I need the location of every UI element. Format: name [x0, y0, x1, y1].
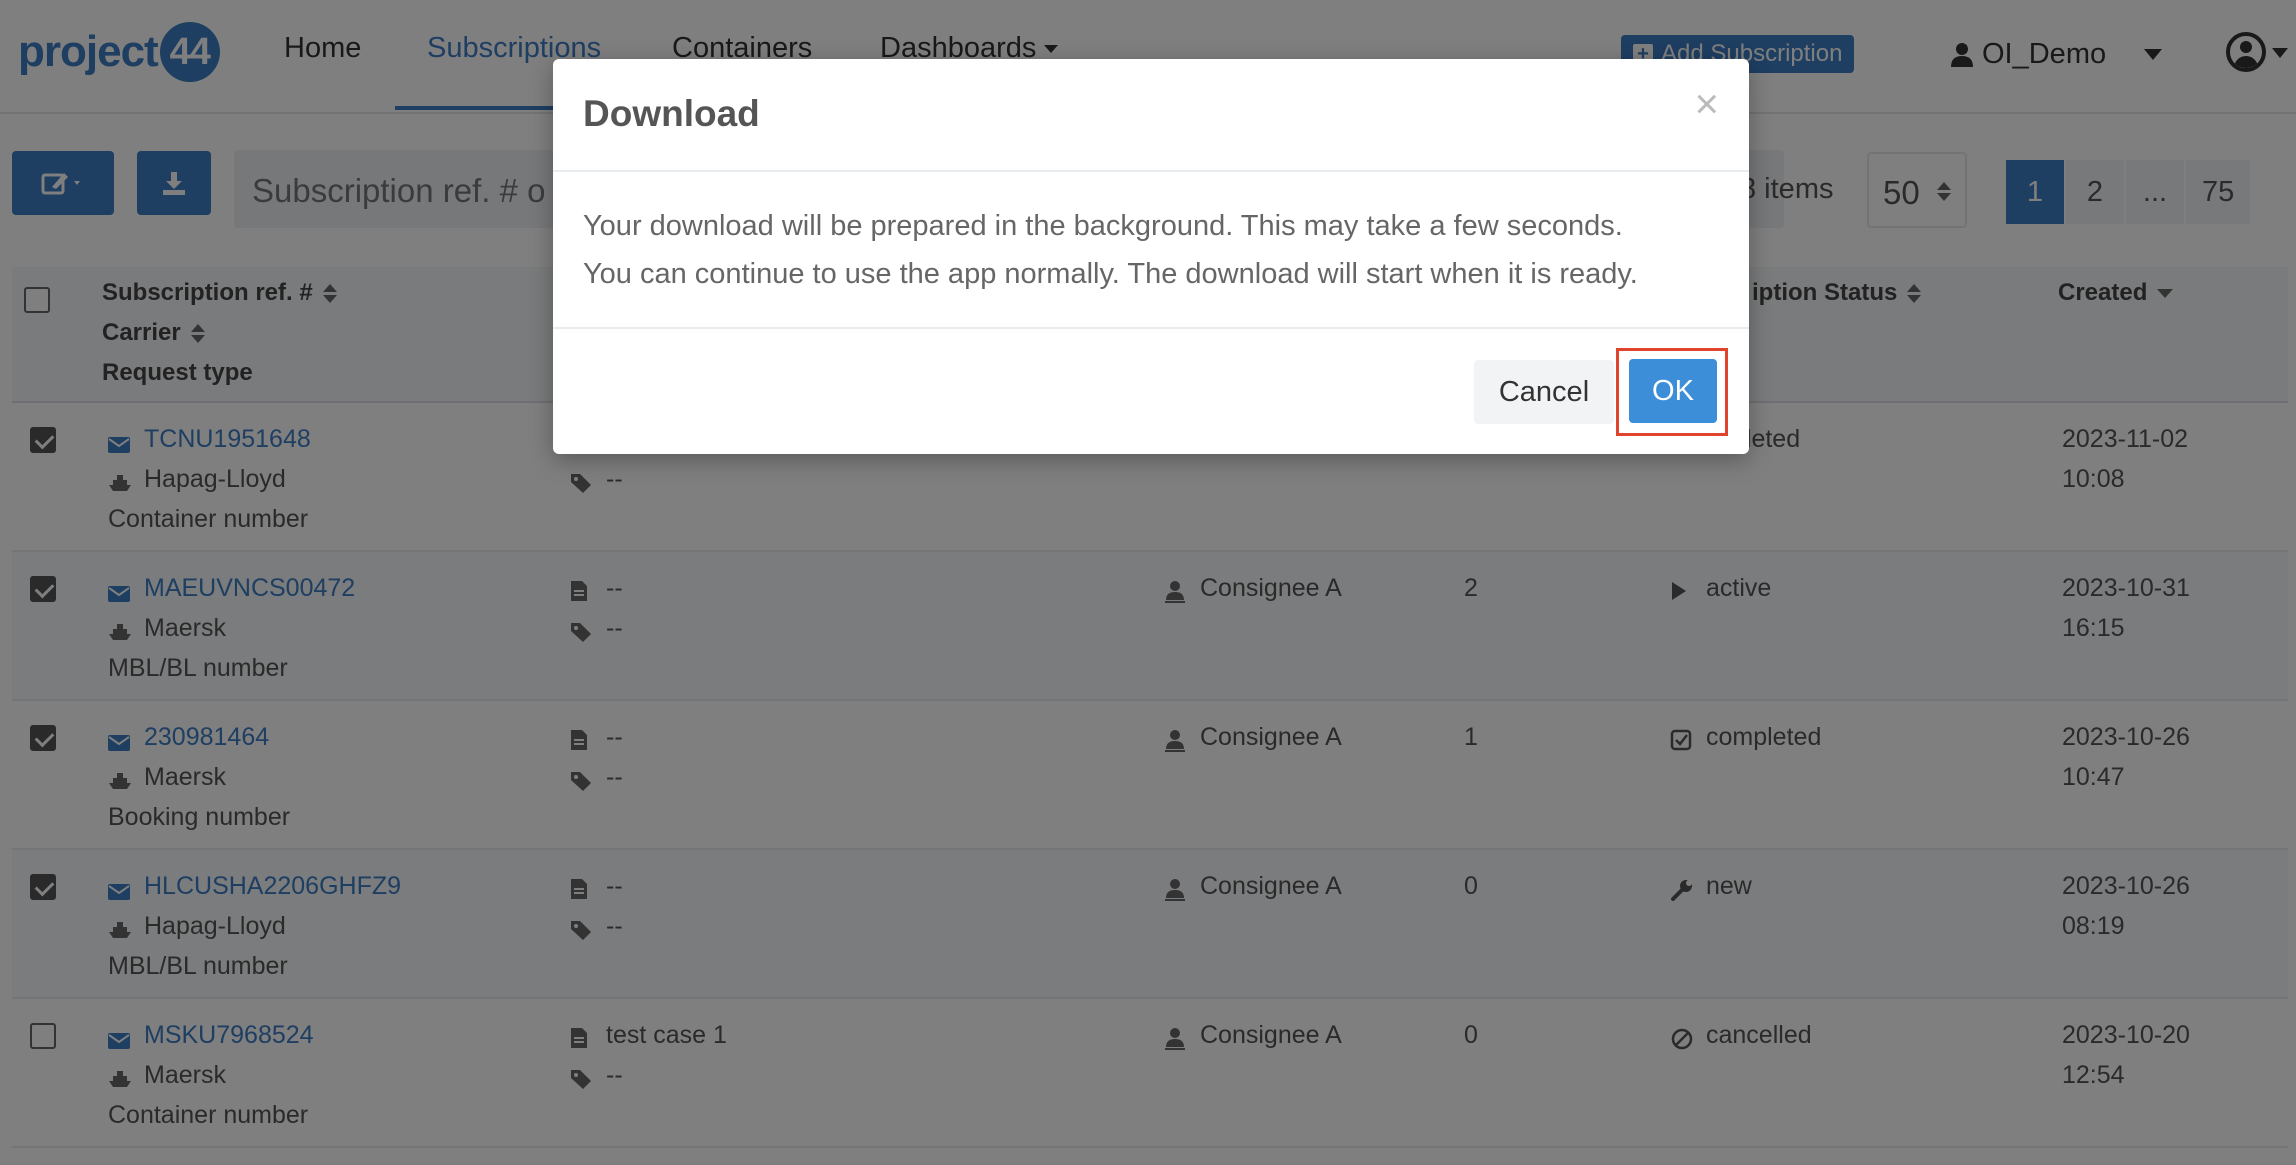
ok-button[interactable]: OK — [1629, 359, 1717, 423]
dialog-message-line-1: Your download will be prepared in the ba… — [583, 210, 1623, 242]
dialog-body: Your download will be prepared in the ba… — [553, 172, 1749, 329]
dialog-header: Download × — [553, 59, 1749, 172]
cancel-button[interactable]: Cancel — [1474, 360, 1614, 424]
download-dialog: Download × Your download will be prepare… — [553, 59, 1749, 454]
close-icon[interactable]: × — [1694, 83, 1719, 125]
dialog-footer: Cancel OK — [553, 329, 1749, 454]
dialog-title: Download — [583, 93, 760, 134]
dialog-message-line-2: You can continue to use the app normally… — [583, 258, 1638, 290]
